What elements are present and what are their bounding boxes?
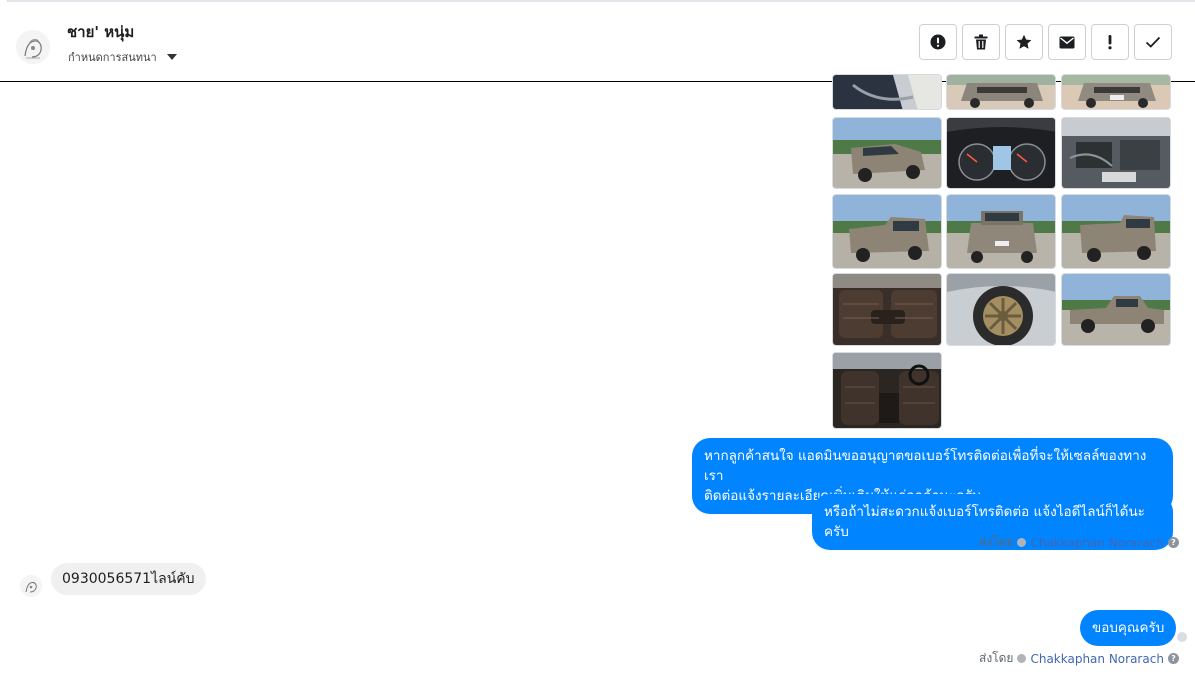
message-text: 0930056571ไลน์คับ (62, 571, 195, 587)
photo-dashboard-gauges[interactable] (946, 117, 1056, 189)
sent-by-agent-link[interactable]: Chakkaphan Norarach (1030, 536, 1163, 550)
photo-engine-bay[interactable] (1061, 117, 1171, 189)
photo-truck-side[interactable] (1061, 273, 1171, 346)
verified-dot-icon (1017, 654, 1027, 663)
alert-circle-icon (930, 34, 946, 50)
check-icon (1145, 36, 1161, 48)
photo-truck-front-angle[interactable] (832, 117, 942, 189)
outgoing-message-3[interactable]: ขอบคุณครับ (1080, 610, 1177, 646)
photo-truck-front-2[interactable] (1061, 74, 1171, 110)
conversation-header: ชาย' หนุ่ม กำหนดการสนทนา (0, 2, 1195, 82)
conversation-toolbar (919, 24, 1172, 60)
photo-wheel[interactable] (946, 273, 1056, 346)
sent-by-prefix: ส่งโดย (979, 651, 1014, 665)
mark-unread-button[interactable] (1048, 24, 1086, 60)
spam-button[interactable] (919, 24, 957, 60)
photo-truck-front-1[interactable] (946, 74, 1056, 110)
read-receipt-avatar (1177, 632, 1187, 642)
follow-up-button[interactable] (1091, 24, 1129, 60)
message-text-line1: หากลูกค้าสนใจ แอดมินขออนุญาตขอเบอร์โทรติ… (704, 448, 1147, 484)
mark-done-button[interactable] (1134, 24, 1172, 60)
help-icon[interactable]: ? (1167, 537, 1179, 548)
sent-by-info-1: ส่งโดย Chakkaphan Norarach ? (979, 533, 1179, 552)
sent-by-prefix: ส่งโดย (979, 535, 1014, 549)
caret-down-icon (166, 54, 177, 60)
photo-rear-seats[interactable] (832, 273, 942, 346)
envelope-icon (1059, 36, 1075, 48)
star-icon (1016, 34, 1032, 49)
exclamation-icon (1108, 35, 1112, 50)
verified-dot-icon (1017, 538, 1027, 547)
star-button[interactable] (1005, 24, 1043, 60)
help-icon[interactable]: ? (1167, 653, 1179, 664)
assign-label: กำหนดการสนทนา (68, 51, 157, 64)
sent-by-info-2: ส่งโดย Chakkaphan Norarach ? (979, 649, 1179, 668)
incoming-message-1[interactable]: 0930056571ไลน์คับ (51, 563, 206, 595)
contact-avatar[interactable] (16, 30, 50, 64)
message-text: ขอบคุณครับ (1092, 620, 1165, 636)
photo-attachment-grid (832, 74, 1174, 430)
assign-conversation-dropdown[interactable]: กำหนดการสนทนา (68, 48, 177, 66)
photo-truck-rear-side[interactable] (1061, 194, 1171, 269)
photo-front-seats[interactable] (832, 352, 942, 429)
delete-button[interactable] (962, 24, 1000, 60)
sent-by-agent-link[interactable]: Chakkaphan Norarach (1030, 652, 1163, 666)
photo-truck-rear[interactable] (946, 194, 1056, 269)
photo-truck-rear-angle[interactable] (832, 194, 942, 269)
sender-avatar[interactable] (20, 575, 42, 597)
contact-name[interactable]: ชาย' หนุ่ม (67, 20, 134, 44)
trash-icon (974, 34, 988, 50)
photo-car-door-interior[interactable] (832, 74, 942, 110)
